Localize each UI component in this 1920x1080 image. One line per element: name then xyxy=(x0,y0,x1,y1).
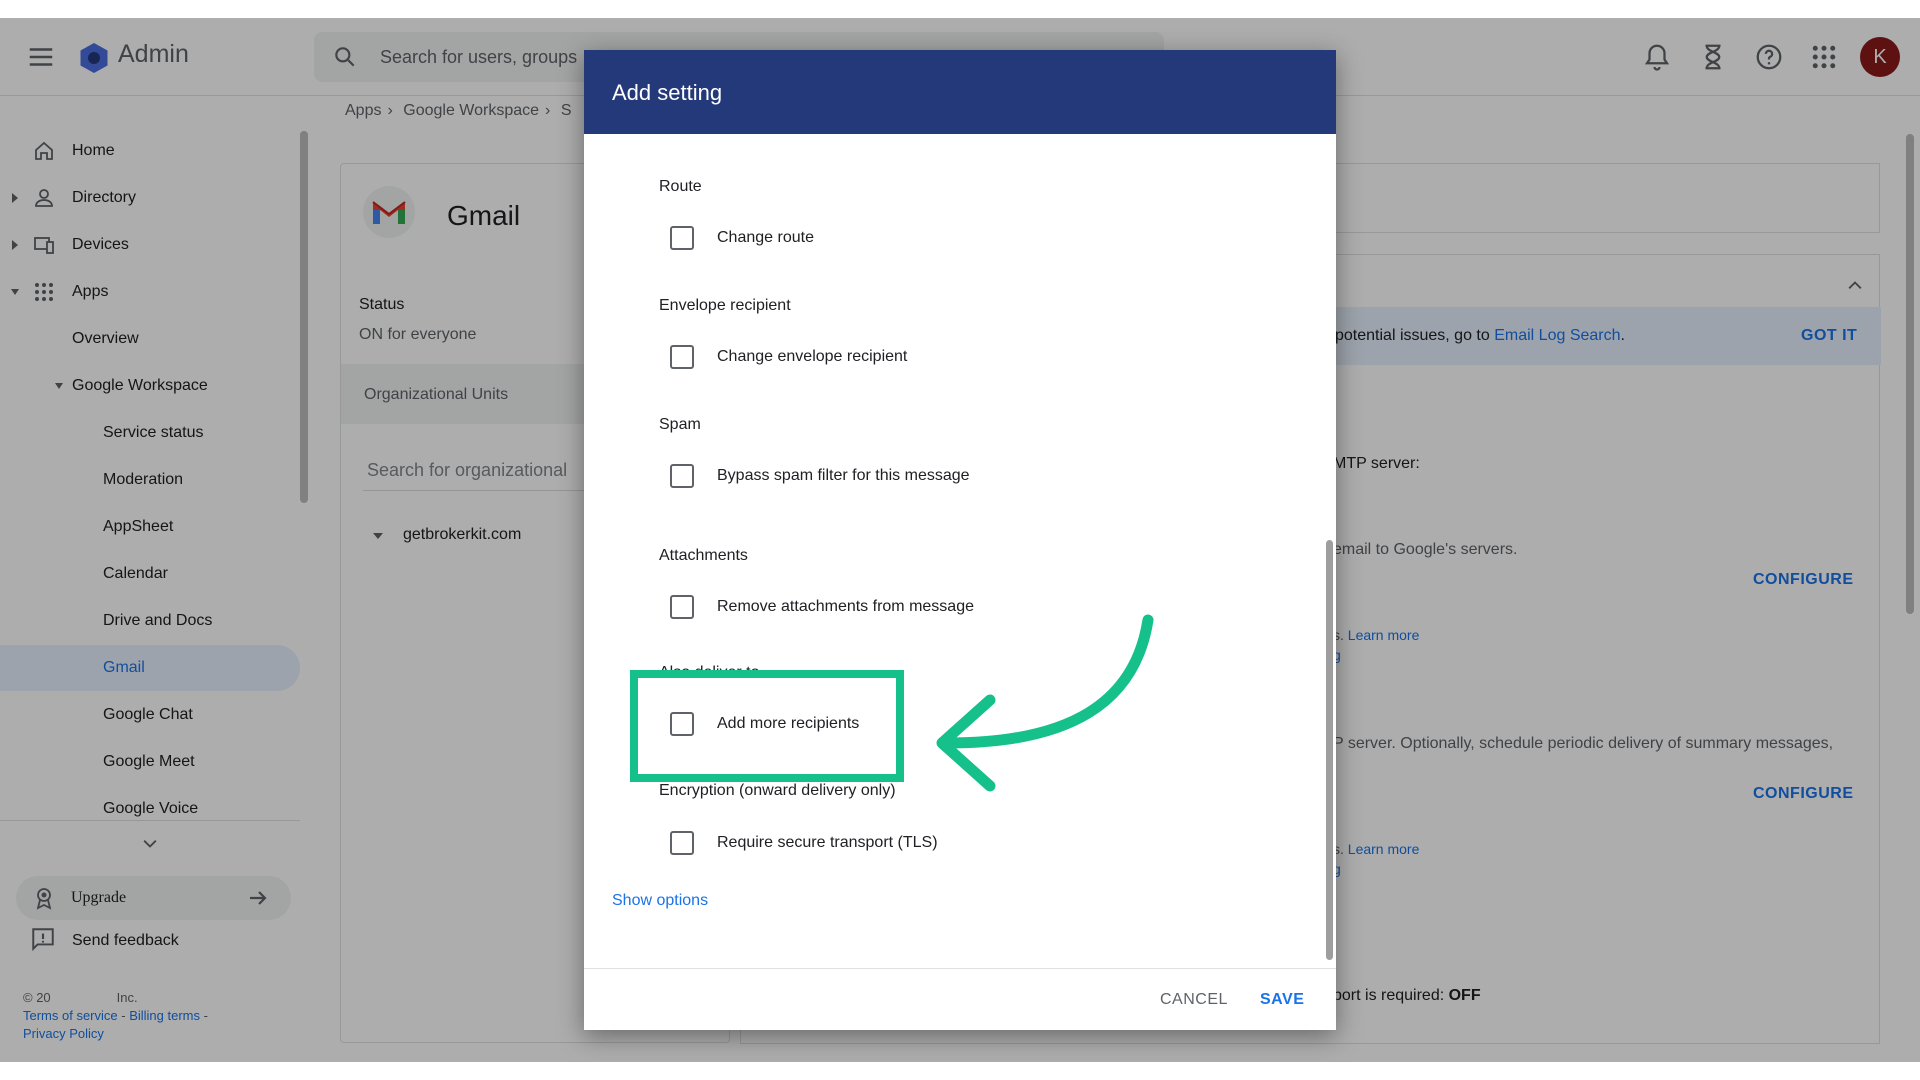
dialog-scrollbar[interactable] xyxy=(1326,540,1333,960)
checkbox-box[interactable] xyxy=(670,595,694,619)
section-title-envelope-recipient: Envelope recipient xyxy=(659,297,791,314)
checkbox-label[interactable]: Bypass spam filter for this message xyxy=(717,467,970,485)
checkbox-box[interactable] xyxy=(670,226,694,250)
checkbox-label[interactable]: Change route xyxy=(717,229,814,247)
save-button[interactable]: SAVE xyxy=(1260,991,1304,1009)
checkbox-label[interactable]: Add more recipients xyxy=(717,715,859,733)
dialog-body: Route Change route Envelope recipient Ch… xyxy=(584,134,1336,968)
checkbox-box[interactable] xyxy=(670,464,694,488)
show-options-link[interactable]: Show options xyxy=(612,892,708,910)
section-title-attachments: Attachments xyxy=(659,547,748,564)
dialog-footer: CANCEL SAVE xyxy=(584,968,1336,1030)
add-setting-dialog: Add setting Route Change route Envelope … xyxy=(584,50,1336,1030)
section-title-also-deliver-to: Also deliver to xyxy=(659,664,760,681)
checkbox-label[interactable]: Change envelope recipient xyxy=(717,348,907,366)
section-title-encryption: Encryption (onward delivery only) xyxy=(659,782,896,799)
section-title-route: Route xyxy=(659,178,702,195)
cancel-button[interactable]: CANCEL xyxy=(1160,991,1228,1009)
dialog-title: Add setting xyxy=(612,80,723,105)
dialog-header: Add setting xyxy=(584,50,1336,134)
section-title-spam: Spam xyxy=(659,416,701,433)
checkbox-box[interactable] xyxy=(670,831,694,855)
checkbox-label[interactable]: Require secure transport (TLS) xyxy=(717,834,938,852)
checkbox-box[interactable] xyxy=(670,712,694,736)
admin-console: Admin Search for users, groups K Home Di… xyxy=(0,18,1920,1062)
pointer-arrow-icon xyxy=(936,614,1154,792)
checkbox-box[interactable] xyxy=(670,345,694,369)
